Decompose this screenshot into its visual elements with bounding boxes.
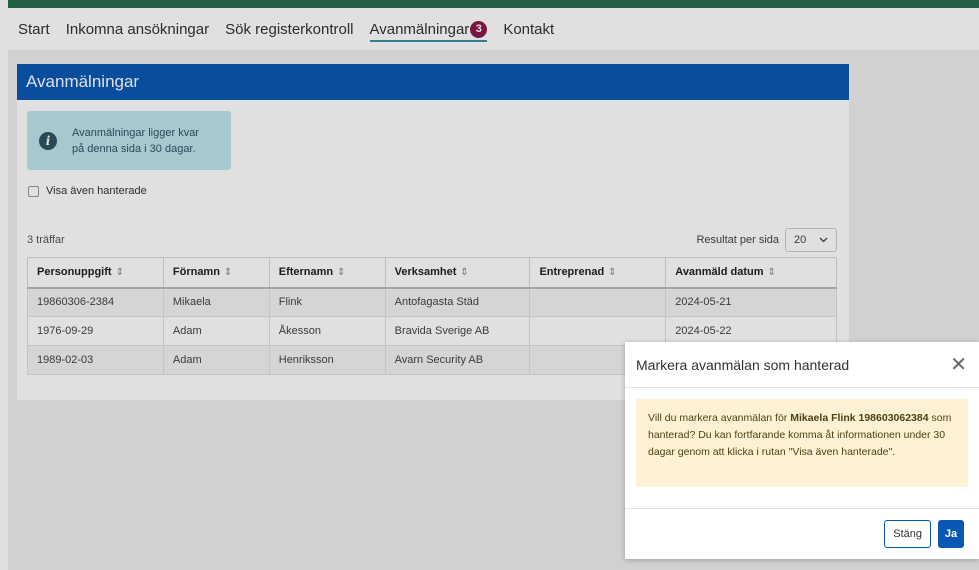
person-identifier: Mikaela Flink 198603062384 [790, 412, 929, 424]
dialog-footer: Stäng Ja [625, 508, 979, 559]
dialog-body: Vill du markera avanmälan för Mikaela Fl… [625, 388, 979, 508]
confirm-yes-button[interactable]: Ja [938, 520, 964, 548]
close-icon[interactable]: ✕ [950, 355, 967, 375]
close-button[interactable]: Stäng [884, 520, 931, 548]
dialog-header: Markera avanmälan som hanterad ✕ [625, 342, 979, 388]
dialog-title: Markera avanmälan som hanterad [636, 356, 850, 373]
confirmation-message: Vill du markera avanmälan för Mikaela Fl… [636, 399, 968, 487]
mark-handled-dialog: Markera avanmälan som hanterad ✕ Vill du… [625, 342, 979, 559]
